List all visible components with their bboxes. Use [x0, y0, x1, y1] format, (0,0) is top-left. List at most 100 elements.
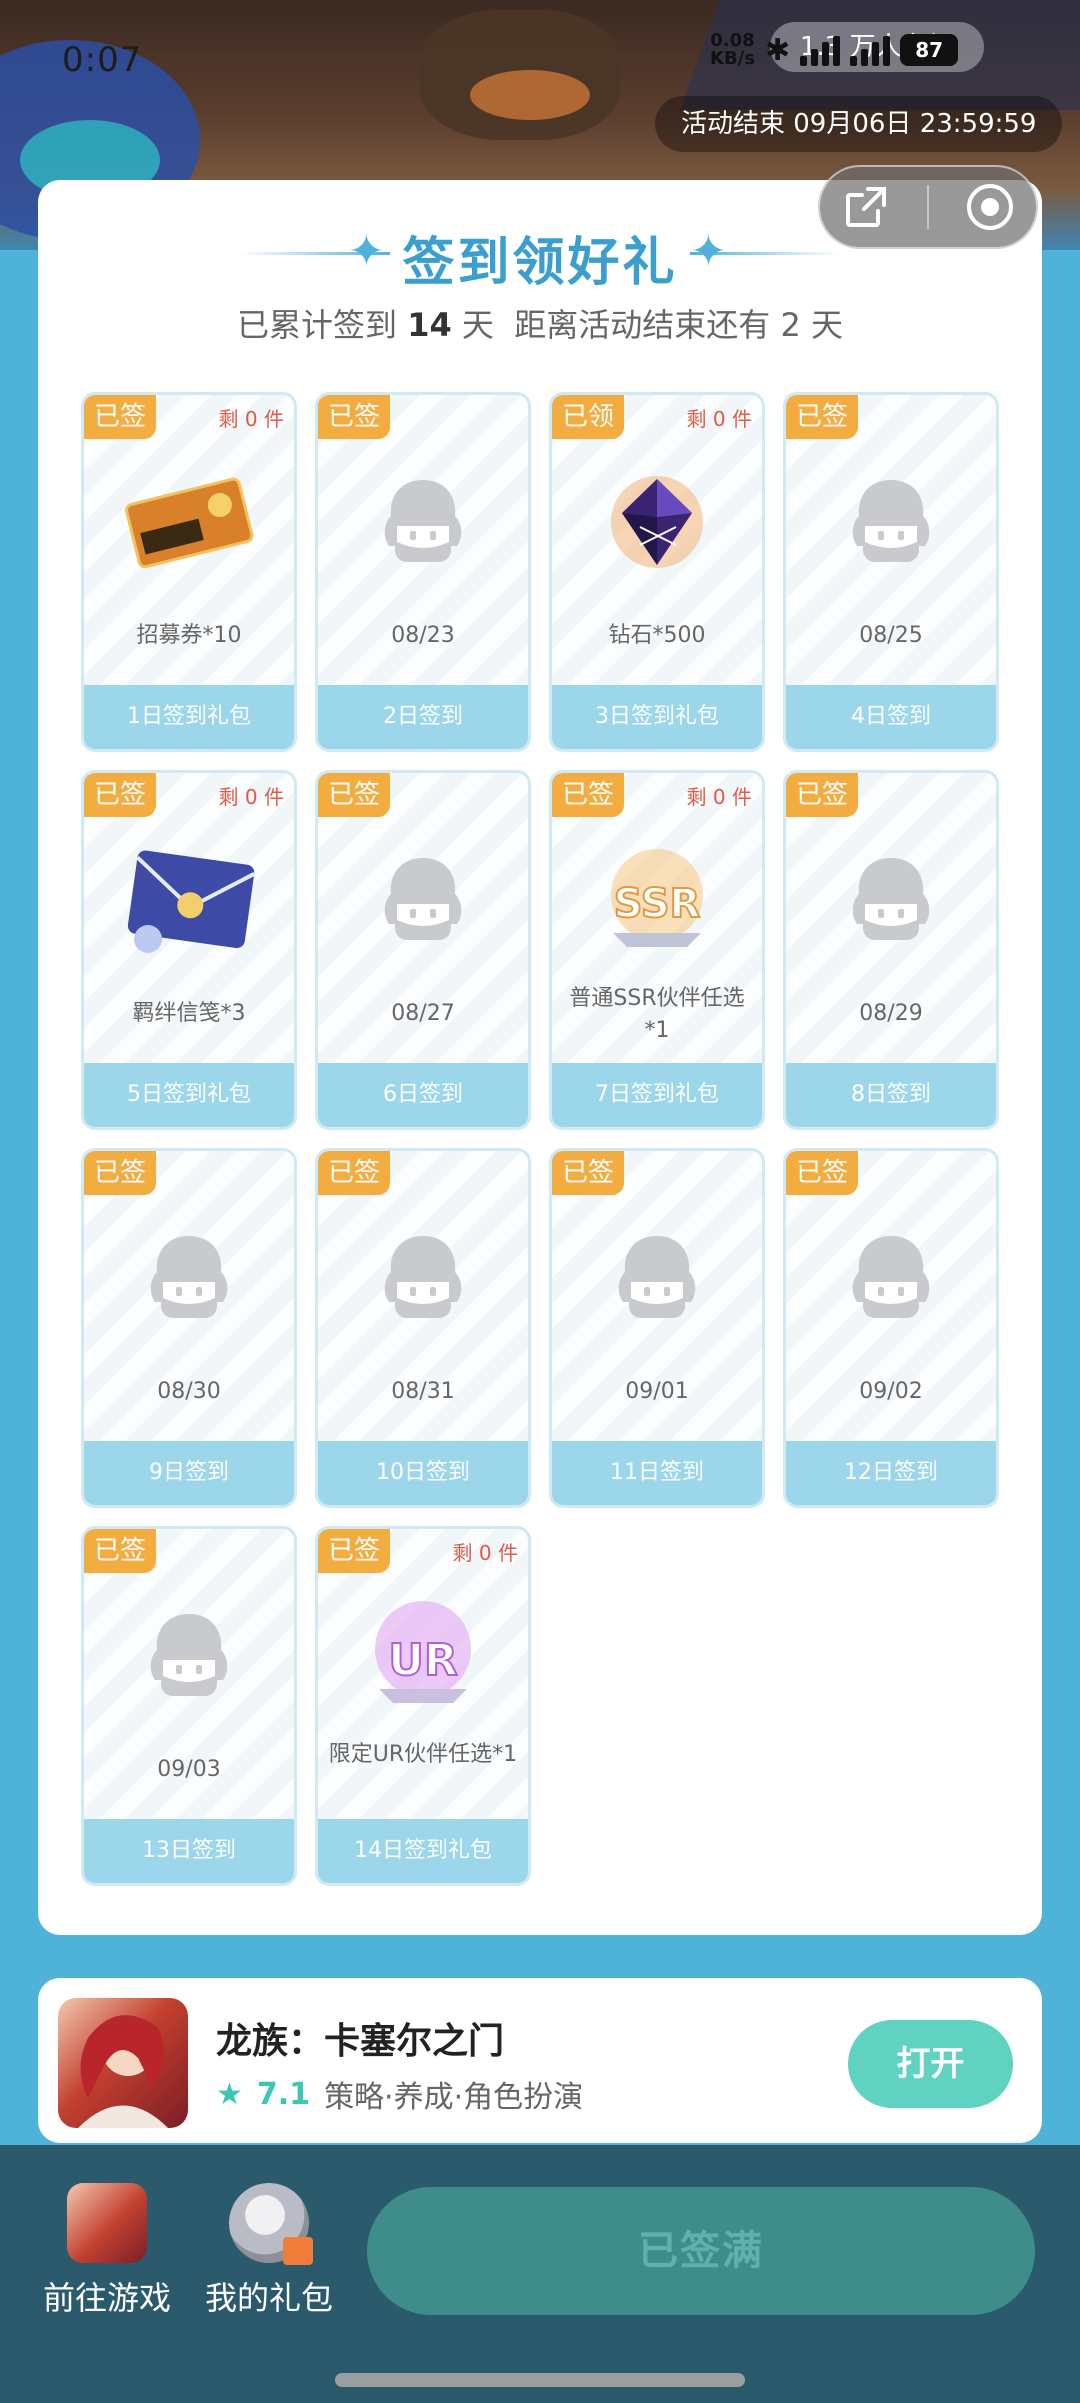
reward-card[interactable]: 已领 剩 0 件钻石*500 3日签到礼包	[549, 392, 765, 752]
day-label: 3日签到礼包	[552, 685, 762, 749]
reward-card[interactable]: 已签 08/30 9日签到	[81, 1148, 297, 1508]
day-label: 11日签到	[552, 1441, 762, 1505]
placeholder-avatar-icon	[318, 835, 528, 965]
placeholder-avatar-icon	[786, 835, 996, 965]
status-badge: 已签	[786, 395, 858, 439]
game-thumb-icon	[67, 2183, 147, 2263]
diamond-icon	[552, 457, 762, 587]
game-info-card[interactable]: 龙族：卡塞尔之门 ★ 7.1 策略·养成·角色扮演 打开	[38, 1978, 1042, 2143]
reward-caption: 钻石*500	[608, 623, 706, 648]
status-badge: 已签	[84, 395, 156, 439]
status-badge: 已签	[318, 395, 390, 439]
day-label: 12日签到	[786, 1441, 996, 1505]
open-game-button[interactable]: 打开	[848, 2020, 1013, 2108]
day-label: 6日签到	[318, 1063, 528, 1127]
day-label: 13日签到	[84, 1819, 294, 1883]
remaining-count: 剩 0 件	[218, 785, 284, 809]
svg-text:SSR: SSR	[614, 881, 701, 927]
remaining-count: 剩 0 件	[218, 407, 284, 431]
goto-game-button[interactable]: 前往游戏	[32, 2183, 182, 2319]
placeholder-avatar-icon	[84, 1213, 294, 1343]
day-label: 10日签到	[318, 1441, 528, 1505]
reward-card[interactable]: 已签 08/31 10日签到	[315, 1148, 531, 1508]
bottom-action-bar: 前往游戏 我的礼包 已签满	[0, 2145, 1080, 2403]
my-gifts-button[interactable]: 我的礼包	[194, 2183, 344, 2319]
placeholder-avatar-icon	[84, 1591, 294, 1721]
game-meta: ★ 7.1 策略·养成·角色扮演	[216, 2072, 583, 2116]
battery-icon: 87	[900, 34, 959, 66]
placeholder-avatar-icon	[552, 1213, 762, 1343]
reward-caption: 09/01	[625, 1379, 689, 1404]
network-speed: 0.08 KB/s	[710, 30, 755, 69]
reward-card[interactable]: 已签 09/02 12日签到	[783, 1148, 999, 1508]
reward-card[interactable]: 已签 08/25 4日签到	[783, 392, 999, 752]
signed-full-button[interactable]: 已签满	[367, 2187, 1035, 2315]
day-label: 8日签到	[786, 1063, 996, 1127]
game-title: 龙族：卡塞尔之门	[216, 2021, 505, 2062]
day-label: 4日签到	[786, 685, 996, 749]
status-badge: 已签	[786, 773, 858, 817]
svg-text:UR: UR	[388, 1635, 458, 1686]
reward-card[interactable]: 已签 09/01 11日签到	[549, 1148, 765, 1508]
status-badge: 已签	[318, 1529, 390, 1573]
signin-summary: 已累计签到 14 天 距离活动结束还有 2 天	[237, 306, 843, 344]
letter-icon	[84, 835, 294, 965]
reward-caption: 09/02	[859, 1379, 923, 1404]
home-indicator	[335, 2373, 745, 2387]
placeholder-avatar-icon	[318, 457, 528, 587]
reward-card[interactable]: 已签 09/03 13日签到	[81, 1526, 297, 1886]
star-icon: ★	[216, 2076, 243, 2112]
reward-card[interactable]: 已签 剩 0 件招募券*10 1日签到礼包	[81, 392, 297, 752]
status-icons: 0.08 KB/s ✱ 87	[710, 30, 959, 69]
reward-caption: 08/30	[157, 1379, 221, 1404]
reward-card[interactable]: 已签 剩 0 件 UR 限定UR伙伴任选*1 14日签到礼包	[315, 1526, 531, 1886]
reward-caption: 普通SSR伙伴任选*1	[569, 986, 745, 1043]
reward-caption: 08/29	[859, 1001, 923, 1026]
reward-caption: 08/27	[391, 1001, 455, 1026]
placeholder-avatar-icon	[786, 1213, 996, 1343]
reward-card[interactable]: 已签 08/23 2日签到	[315, 392, 531, 752]
day-label: 5日签到礼包	[84, 1063, 294, 1127]
panel-title: 签到领好礼	[402, 233, 678, 293]
signal-icon	[850, 34, 891, 66]
remaining-count: 剩 0 件	[452, 1541, 518, 1565]
status-badge: 已签	[84, 1151, 156, 1195]
day-label: 9日签到	[84, 1441, 294, 1505]
placeholder-avatar-icon	[786, 457, 996, 587]
reward-caption: 羁绊信笺*3	[132, 1001, 246, 1026]
bluetooth-icon: ✱	[764, 32, 791, 68]
ticket-icon	[84, 457, 294, 587]
reward-caption: 08/23	[391, 623, 455, 648]
day-label: 1日签到礼包	[84, 685, 294, 749]
status-badge: 已签	[552, 1151, 624, 1195]
reward-card[interactable]: 已签 剩 0 件羁绊信笺*3 5日签到礼包	[81, 770, 297, 1130]
day-label: 7日签到礼包	[552, 1063, 762, 1127]
day-label: 14日签到礼包	[318, 1819, 528, 1883]
placeholder-avatar-icon	[318, 1213, 528, 1343]
status-badge: 已签	[84, 773, 156, 817]
game-tags: 策略·养成·角色扮演	[324, 2080, 584, 2115]
status-badge: 已签	[84, 1529, 156, 1573]
remaining-count: 剩 0 件	[686, 785, 752, 809]
signal-icon	[800, 34, 841, 66]
gift-avatar-icon	[229, 2183, 313, 2265]
reward-caption: 09/03	[157, 1757, 221, 1782]
banner-art	[470, 70, 590, 120]
ur-icon: UR	[318, 1591, 528, 1721]
status-time: 0:07	[62, 40, 143, 80]
activity-end-time: 活动结束 09月06日 23:59:59	[655, 96, 1063, 152]
remaining-count: 剩 0 件	[686, 407, 752, 431]
status-badge: 已签	[786, 1151, 858, 1195]
reward-card[interactable]: 已签 08/29 8日签到	[783, 770, 999, 1130]
ssr-icon: SSR	[552, 835, 762, 965]
reward-card[interactable]: 已签 剩 0 件 SSR 普通SSR伙伴任选*1 7日签到礼包	[549, 770, 765, 1130]
status-badge: 已签	[552, 773, 624, 817]
status-badge: 已签	[318, 773, 390, 817]
game-score: 7.1	[256, 2076, 311, 2112]
status-badge: 已签	[318, 1151, 390, 1195]
game-cover	[58, 1998, 188, 2128]
reward-card[interactable]: 已签 08/27 6日签到	[315, 770, 531, 1130]
reward-caption: 招募券*10	[136, 623, 242, 648]
reward-caption: 08/25	[859, 623, 923, 648]
reward-caption: 08/31	[391, 1379, 455, 1404]
